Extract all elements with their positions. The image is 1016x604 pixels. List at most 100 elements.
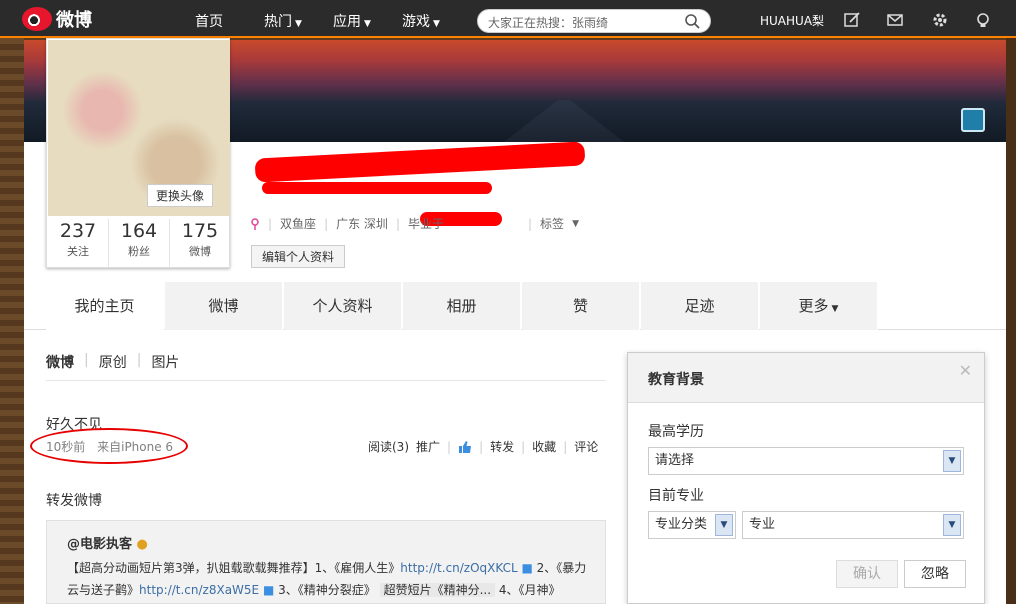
stat-label: 粉丝 xyxy=(128,245,150,258)
tab-more[interactable]: 更多 ▼ xyxy=(760,282,878,330)
change-avatar-button[interactable]: 更换头像 xyxy=(147,184,214,207)
caret-down-icon: ▼ xyxy=(364,19,371,29)
profile-info: | 双鱼座 | 广东 深圳 | 毕业于 | 标签 ▼ xyxy=(250,215,579,232)
separator: | xyxy=(395,216,400,231)
degree-label: 最高学历 xyxy=(648,424,704,440)
caret-down-icon: ▼ xyxy=(831,304,839,314)
tab-home[interactable]: 我的主页 xyxy=(46,282,164,330)
comment-link[interactable]: 评论 xyxy=(574,438,598,455)
stat-label: 微博 xyxy=(189,245,211,258)
top-nav: 微博 首页 热门 ▼ 应用 ▼ 游戏 ▼ 大家正在热搜：张雨绮 HUAHUA梨 xyxy=(0,0,1016,38)
edit-profile-button[interactable]: 编辑个人资料 xyxy=(251,245,346,268)
thumbs-up-icon[interactable] xyxy=(458,440,472,454)
degree-select[interactable]: 请选择 ▼ xyxy=(648,447,964,475)
repost-link-1[interactable]: http://t.cn/zOqXKCL xyxy=(400,561,517,575)
female-icon xyxy=(251,217,259,230)
close-icon[interactable]: ✕ xyxy=(959,361,972,380)
chevron-down-icon: ▼ xyxy=(943,450,961,472)
gear-icon[interactable] xyxy=(931,11,949,29)
stat-following[interactable]: 237 关注 xyxy=(48,219,109,267)
mail-icon[interactable] xyxy=(886,11,904,29)
separator: | xyxy=(84,352,89,368)
favorite-link[interactable]: 收藏 xyxy=(532,438,556,455)
stat-number: 164 xyxy=(120,220,158,242)
nav-hot[interactable]: 热门 ▼ xyxy=(264,11,302,31)
promote-link[interactable]: 推广 xyxy=(416,438,440,455)
stat-number: 237 xyxy=(59,220,97,242)
location: 广东 深圳 xyxy=(336,217,388,231)
cover-road xyxy=(504,100,624,142)
separator: | xyxy=(521,439,526,454)
separator: | xyxy=(479,439,484,454)
stat-number: 175 xyxy=(181,220,219,242)
caret-down-icon: ▼ xyxy=(295,19,302,29)
change-cover-button[interactable] xyxy=(961,108,985,132)
nav-games[interactable]: 游戏 ▼ xyxy=(402,11,440,31)
chevron-down-icon: ▼ xyxy=(943,514,961,536)
stat-label: 关注 xyxy=(67,245,89,258)
separator: | xyxy=(268,216,273,231)
tab-likes[interactable]: 赞 xyxy=(522,282,640,330)
user-name-link[interactable]: HUAHUA梨 xyxy=(760,12,824,29)
ignore-button[interactable]: 忽略 xyxy=(904,560,966,588)
stat-followers[interactable]: 164 粉丝 xyxy=(109,219,170,267)
separator: | xyxy=(528,216,533,231)
caret-down-icon: ▼ xyxy=(433,19,440,29)
repost-link-2[interactable]: http://t.cn/z8XaW5E xyxy=(139,583,259,597)
weibo-eye-icon xyxy=(22,7,52,31)
edit-icon[interactable] xyxy=(843,11,861,29)
avatar-card: 更换头像 237 关注 164 粉丝 175 微博 xyxy=(46,38,230,268)
divider xyxy=(46,380,606,381)
repost-author[interactable]: @电影执客 ● xyxy=(67,533,148,552)
feed-filters: 微博 | 原创 | 图片 xyxy=(46,352,179,372)
separator: | xyxy=(136,352,142,368)
tab-album[interactable]: 相册 xyxy=(403,282,521,330)
tab-profile[interactable]: 个人资料 xyxy=(284,282,402,330)
chevron-down-icon: ▼ xyxy=(715,514,733,536)
nav-apps[interactable]: 应用 ▼ xyxy=(333,11,371,31)
major-label: 目前专业 xyxy=(648,488,704,504)
post-actions: 阅读(3) 推广 | | 转发 | 收藏 | 评论 xyxy=(368,438,598,455)
popup-title: 教育背景 xyxy=(648,372,704,388)
weibo-logo[interactable]: 微博 xyxy=(22,6,92,32)
repost-line-1: 【超高分动画短片第3弹，扒姐载歌载舞推荐】1、《雇佣人生》http://t.cn… xyxy=(67,561,587,575)
search-input[interactable]: 大家正在热搜：张雨绮 xyxy=(477,9,711,33)
search-placeholder: 大家正在热搜：张雨绮 xyxy=(488,16,609,30)
search-icon[interactable] xyxy=(684,13,700,29)
popup-header: 教育背景 ✕ xyxy=(628,353,984,403)
caret-down-icon: ▼ xyxy=(572,218,579,229)
major-select[interactable]: 专业 ▼ xyxy=(742,511,964,539)
tags-link[interactable]: 标签 xyxy=(540,215,564,232)
school: 毕业于 xyxy=(407,217,444,231)
repost-box: @电影执客 ● 【超高分动画短片第3弹，扒姐载歌载舞推荐】1、《雇佣人生》htt… xyxy=(46,520,606,604)
filter-original[interactable]: 原创 xyxy=(99,352,127,372)
logo-text: 微博 xyxy=(56,10,92,31)
confirm-button[interactable]: 确认 xyxy=(836,560,898,588)
profile-tabs: 我的主页 微博 个人资料 相册 赞 足迹 更多 ▼ xyxy=(24,282,1006,330)
filter-images[interactable]: 图片 xyxy=(151,352,179,372)
repost-line-2: 云与送子鹳》http://t.cn/z8XaW5E ■ 3、《精神分裂症》 超赞… xyxy=(67,583,561,597)
badge-icon: ● xyxy=(136,537,148,552)
video-icon: ■ xyxy=(521,561,533,575)
separator: | xyxy=(563,439,568,454)
major-category-select[interactable]: 专业分类 ▼ xyxy=(648,511,736,539)
separator: | xyxy=(447,439,452,454)
redaction-mark xyxy=(262,182,492,194)
repost-heading: 转发微博 xyxy=(46,493,102,509)
nav-home[interactable]: 首页 xyxy=(195,11,223,31)
left-decor xyxy=(0,38,24,604)
repost-link[interactable]: 转发 xyxy=(490,438,514,455)
stat-posts[interactable]: 175 微博 xyxy=(170,219,230,267)
tab-weibo[interactable]: 微博 xyxy=(165,282,283,330)
profile-stats: 237 关注 164 粉丝 175 微博 xyxy=(48,219,230,267)
tab-footprint[interactable]: 足迹 xyxy=(641,282,759,330)
constellation: 双鱼座 xyxy=(280,217,317,231)
video-icon: ■ xyxy=(262,583,275,597)
separator: | xyxy=(324,216,329,231)
highlight-circle xyxy=(30,428,188,464)
repost-body: 【超高分动画短片第3弹，扒姐载歌载舞推荐】1、《雇佣人生》http://t.cn… xyxy=(67,557,597,601)
read-count: 阅读(3) xyxy=(368,440,409,454)
bulb-icon[interactable] xyxy=(974,11,992,29)
video-card[interactable]: 超赞短片《精神分... xyxy=(379,583,496,597)
filter-all[interactable]: 微博 xyxy=(46,352,74,372)
